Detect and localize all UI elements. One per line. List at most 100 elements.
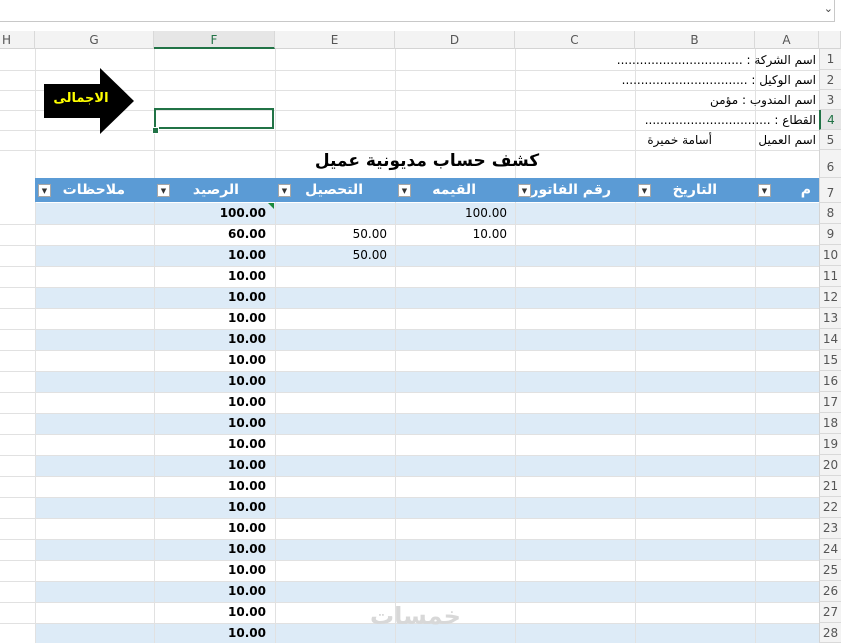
column-header-h[interactable]: H xyxy=(0,31,35,49)
filter-dropdown-icon[interactable]: ▼ xyxy=(157,184,170,197)
agent-name-field: اسم الوكيل : ...........................… xyxy=(621,73,816,87)
filter-dropdown-icon[interactable]: ▼ xyxy=(758,184,771,197)
balance-cell[interactable]: 60.00 xyxy=(154,227,266,241)
grid-line xyxy=(0,371,819,372)
row-header[interactable]: 23 xyxy=(819,518,841,539)
grid-line xyxy=(0,350,819,351)
chevron-down-icon[interactable]: ⌄ xyxy=(824,2,833,15)
balance-cell[interactable]: 10.00 xyxy=(154,311,266,325)
company-name-field: اسم الشركة : ...........................… xyxy=(616,53,816,67)
row-header[interactable]: 5 xyxy=(819,130,841,150)
grid-line xyxy=(0,245,819,246)
row-header[interactable]: 18 xyxy=(819,413,841,434)
column-header-c[interactable]: C xyxy=(515,31,635,49)
grid-line xyxy=(0,392,819,393)
balance-cell[interactable]: 10.00 xyxy=(154,374,266,388)
balance-cell[interactable]: 10.00 xyxy=(154,542,266,556)
column-header-e[interactable]: E xyxy=(275,31,395,49)
balance-cell[interactable]: 10.00 xyxy=(154,332,266,346)
grid-line xyxy=(0,413,819,414)
balance-cell[interactable]: 10.00 xyxy=(154,353,266,367)
table-row-band xyxy=(35,245,819,266)
balance-cell[interactable]: 10.00 xyxy=(154,626,266,640)
balance-cell[interactable]: 10.00 xyxy=(154,458,266,472)
formula-bar[interactable] xyxy=(0,0,835,22)
balance-cell[interactable]: 10.00 xyxy=(154,248,266,262)
grid-line xyxy=(0,518,819,519)
grid-line xyxy=(0,581,819,582)
row-header[interactable]: 13 xyxy=(819,308,841,329)
select-all-corner[interactable] xyxy=(819,31,841,49)
balance-cell[interactable]: 10.00 xyxy=(154,395,266,409)
total-arrow-label: الاجمالى xyxy=(53,91,109,106)
balance-cell[interactable]: 10.00 xyxy=(154,269,266,283)
row-header[interactable]: 3 xyxy=(819,90,841,110)
total-arrow-shape[interactable]: الاجمالى xyxy=(44,68,136,138)
grid-line xyxy=(635,49,636,643)
row-header[interactable]: 21 xyxy=(819,476,841,497)
row-header[interactable]: 7 xyxy=(819,178,841,203)
value-cell[interactable]: 10.00 xyxy=(395,227,507,241)
row-header[interactable]: 17 xyxy=(819,392,841,413)
row-header[interactable]: 25 xyxy=(819,560,841,581)
grid-line xyxy=(395,49,396,643)
column-header-d[interactable]: D xyxy=(395,31,515,49)
row-header[interactable]: 12 xyxy=(819,287,841,308)
grid-line xyxy=(0,476,819,477)
fill-handle[interactable] xyxy=(152,127,159,134)
row-header[interactable]: 15 xyxy=(819,350,841,371)
balance-cell[interactable]: 10.00 xyxy=(154,605,266,619)
balance-cell[interactable]: 10.00 xyxy=(154,521,266,535)
row-header[interactable]: 14 xyxy=(819,329,841,350)
row-header[interactable]: 4 xyxy=(819,110,841,130)
sheet-title: كشف حساب مديونية عميل xyxy=(314,151,540,171)
filter-dropdown-icon[interactable]: ▼ xyxy=(38,184,51,197)
row-header[interactable]: 9 xyxy=(819,224,841,245)
collection-cell[interactable]: 50.00 xyxy=(275,227,387,241)
column-header-b[interactable]: B xyxy=(635,31,755,49)
balance-cell[interactable]: 10.00 xyxy=(154,563,266,577)
balance-cell[interactable]: 10.00 xyxy=(154,437,266,451)
row-header[interactable]: 28 xyxy=(819,623,841,643)
row-header[interactable]: 20 xyxy=(819,455,841,476)
table-row-band xyxy=(35,413,819,434)
row-header[interactable]: 27 xyxy=(819,602,841,623)
header-value: القيمه xyxy=(432,182,476,198)
column-header-f[interactable]: F xyxy=(154,31,275,49)
balance-cell[interactable]: 10.00 xyxy=(154,479,266,493)
collection-cell[interactable]: 50.00 xyxy=(275,248,387,262)
row-header[interactable]: 19 xyxy=(819,434,841,455)
grid-line xyxy=(0,224,819,225)
column-header-g[interactable]: G xyxy=(35,31,154,49)
balance-cell[interactable]: 10.00 xyxy=(154,290,266,304)
row-header[interactable]: 16 xyxy=(819,371,841,392)
table-row-band xyxy=(35,287,819,308)
row-header[interactable]: 10 xyxy=(819,245,841,266)
value-cell[interactable]: 100.00 xyxy=(395,206,507,220)
filter-dropdown-icon[interactable]: ▼ xyxy=(278,184,291,197)
balance-cell[interactable]: 100.00 xyxy=(154,206,266,220)
row-header[interactable]: 8 xyxy=(819,203,841,224)
table-row-band xyxy=(35,329,819,350)
filter-dropdown-icon[interactable]: ▼ xyxy=(638,184,651,197)
row-header[interactable]: 22 xyxy=(819,497,841,518)
filter-dropdown-icon[interactable]: ▼ xyxy=(398,184,411,197)
balance-cell[interactable]: 10.00 xyxy=(154,500,266,514)
row-header[interactable]: 2 xyxy=(819,70,841,90)
balance-cell[interactable]: 10.00 xyxy=(154,416,266,430)
error-indicator-icon xyxy=(268,203,274,209)
selected-cell-f4[interactable] xyxy=(154,108,274,129)
header-invoice-no: رقم الفاتورة xyxy=(522,182,611,198)
balance-cell[interactable]: 10.00 xyxy=(154,584,266,598)
column-header-a[interactable]: A xyxy=(755,31,819,49)
row-header[interactable]: 1 xyxy=(819,49,841,70)
grid-line xyxy=(35,49,36,643)
row-header[interactable]: 26 xyxy=(819,581,841,602)
client-label: اسم العميل xyxy=(758,133,816,147)
row-header[interactable]: 24 xyxy=(819,539,841,560)
header-balance: الرصيد xyxy=(192,182,239,198)
grid-line xyxy=(275,49,276,643)
filter-dropdown-icon[interactable]: ▼ xyxy=(518,184,531,197)
row-header[interactable]: 6 xyxy=(819,150,841,178)
row-header[interactable]: 11 xyxy=(819,266,841,287)
